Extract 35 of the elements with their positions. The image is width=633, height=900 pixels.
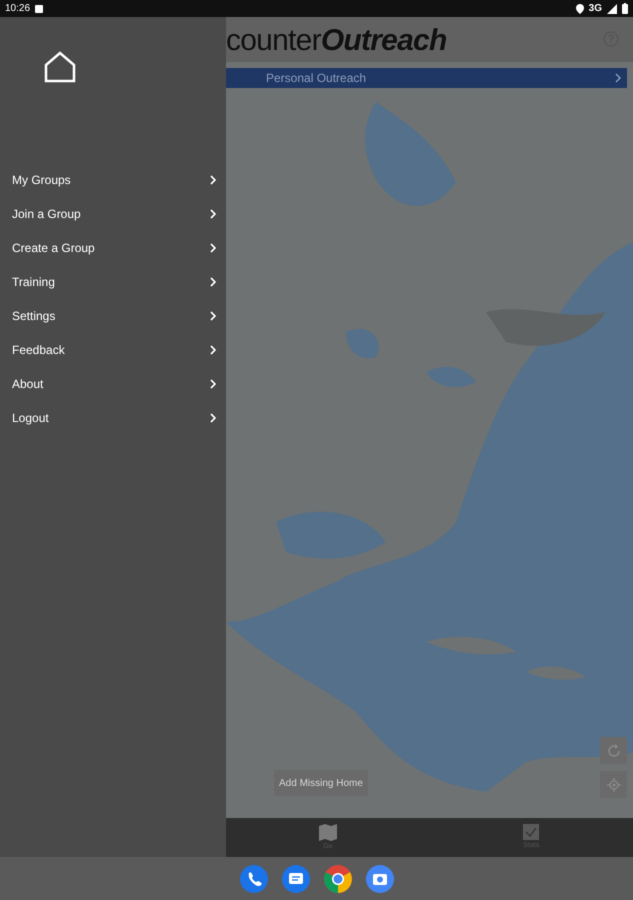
location-icon <box>576 4 584 14</box>
phone-app-icon[interactable] <box>240 864 268 892</box>
menu-item[interactable]: Join a Group <box>0 197 226 231</box>
camera-app-icon[interactable] <box>366 864 394 892</box>
menu-item[interactable]: About <box>0 367 226 401</box>
chevron-icon <box>210 345 216 355</box>
app-logo: counterOutreach <box>226 23 447 59</box>
menu-item[interactable]: Logout <box>0 401 226 435</box>
add-missing-home-button[interactable]: Add Missing Home <box>274 770 368 796</box>
chevron-icon <box>210 311 216 321</box>
menu-item[interactable]: Settings <box>0 299 226 333</box>
map-icon <box>318 822 338 842</box>
network-type: 3G <box>588 2 602 16</box>
chevron-icon <box>210 209 216 219</box>
browser-app-icon[interactable] <box>324 864 352 892</box>
signal-icon <box>607 4 617 14</box>
menu-item[interactable]: My Groups <box>0 163 226 197</box>
menu-item[interactable]: Training <box>0 265 226 299</box>
chevron-icon <box>210 175 216 185</box>
home-icon[interactable] <box>44 51 76 83</box>
chevron-icon <box>210 277 216 287</box>
battery-icon <box>622 3 628 14</box>
notification-icon <box>35 4 44 12</box>
checkbox-icon <box>522 823 540 842</box>
refresh-icon <box>606 744 620 758</box>
clock: 10:26 <box>5 2 30 16</box>
chevron-icon <box>615 73 621 83</box>
chevron-icon <box>210 413 216 423</box>
outreach-bar[interactable]: Personal Outreach <box>226 68 627 88</box>
messages-app-icon[interactable] <box>282 864 310 892</box>
chevron-icon <box>210 379 216 389</box>
menu-item[interactable]: Create a Group <box>0 231 226 265</box>
menu-item[interactable]: Feedback <box>0 333 226 367</box>
chevron-icon <box>210 243 216 253</box>
crosshair-icon <box>606 778 620 792</box>
